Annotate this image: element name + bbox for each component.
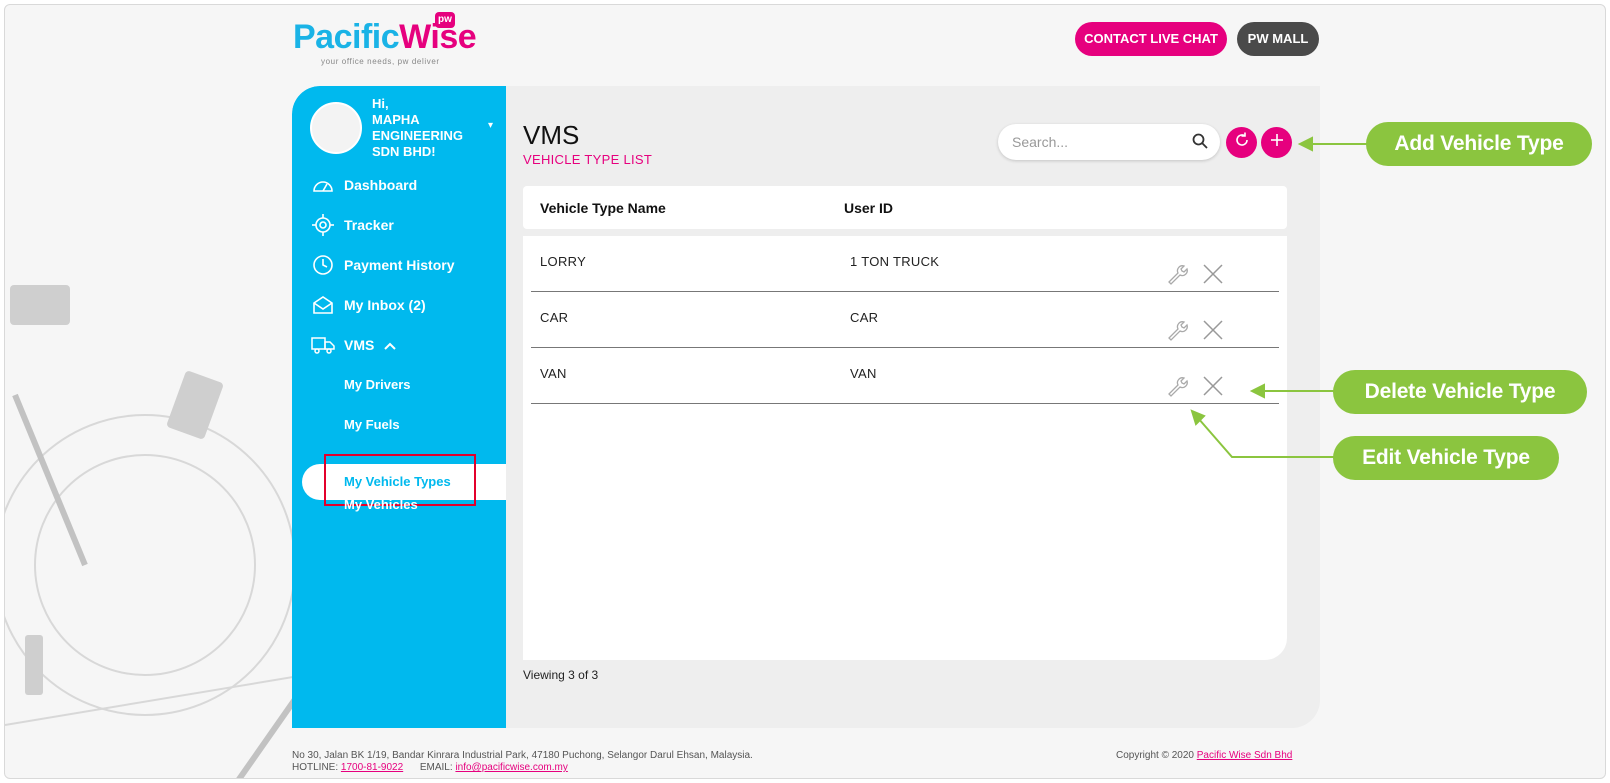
delete-x-icon[interactable] <box>1201 262 1225 286</box>
search-box[interactable] <box>998 124 1220 160</box>
column-header-user-id[interactable]: User ID <box>844 200 893 216</box>
delete-x-icon[interactable] <box>1201 374 1225 398</box>
footer-copyright: Copyright © 2020 Pacific Wise Sdn Bhd <box>1116 750 1292 761</box>
column-header-vehicle-type-name[interactable]: Vehicle Type Name <box>540 200 666 216</box>
hotline-link[interactable]: 1700-81-9022 <box>341 762 403 773</box>
edit-wrench-icon[interactable] <box>1165 262 1189 286</box>
viewing-count: Viewing 3 of 3 <box>523 668 599 682</box>
sidebar-subitem-my-fuels[interactable]: My Fuels <box>344 417 400 432</box>
footer-address-block: No 30, Jalan BK 1/19, Bandar Kinrara Ind… <box>292 750 753 774</box>
cell-user-id: CAR <box>850 310 879 325</box>
dashboard-gauge-icon <box>310 174 336 196</box>
sidebar-item-label: VMS <box>344 337 375 353</box>
callout-add-vehicle-type: Add Vehicle Type <box>1366 122 1592 166</box>
logo-badge: pw <box>435 12 455 28</box>
hotline-label: HOTLINE: <box>292 762 339 773</box>
page-subtitle: VEHICLE TYPE LIST <box>523 152 653 167</box>
delete-x-icon[interactable] <box>1201 318 1225 342</box>
add-vehicle-type-button[interactable] <box>1261 127 1292 158</box>
user-greeting[interactable]: Hi, MAPHA ENGINEERING SDN BHD! <box>372 96 482 160</box>
plus-icon <box>1270 133 1284 152</box>
sidebar-item-label: Payment History <box>344 257 455 273</box>
table-body: LORRY 1 TON TRUCK CAR CAR VAN VAN <box>523 236 1287 660</box>
sidebar-item-vms[interactable]: VMS <box>310 330 397 360</box>
vehicle-type-table: Vehicle Type Name User ID LORRY 1 TON TR… <box>523 186 1287 660</box>
search-input[interactable] <box>1012 132 1182 152</box>
company-link[interactable]: Pacific Wise Sdn Bhd <box>1197 750 1293 761</box>
truck-icon <box>310 334 336 356</box>
cell-vehicle-type-name: LORRY <box>540 254 587 269</box>
refresh-icon <box>1233 131 1251 154</box>
sidebar-item-tracker[interactable]: Tracker <box>310 210 394 240</box>
logo-tagline: your office needs, pw deliver <box>321 57 440 66</box>
envelope-icon <box>310 294 336 316</box>
greeting-line: ENGINEERING <box>372 128 464 143</box>
greeting-line: SDN BHD! <box>372 144 436 159</box>
copyright-text: Copyright © 2020 <box>1116 750 1194 761</box>
refresh-button[interactable] <box>1226 127 1257 158</box>
email-link[interactable]: info@pacificwise.com.my <box>455 762 567 773</box>
callout-delete-vehicle-type: Delete Vehicle Type <box>1333 370 1587 414</box>
callout-edit-vehicle-type: Edit Vehicle Type <box>1333 436 1559 480</box>
sidebar-item-my-inbox[interactable]: My Inbox (2) <box>310 290 426 320</box>
email-label: EMAIL: <box>419 762 453 773</box>
sidebar-item-label: Dashboard <box>344 177 418 193</box>
footer-contacts: HOTLINE: 1700-81-9022 EMAIL: info@pacifi… <box>292 762 753 774</box>
sidebar-item-dashboard[interactable]: Dashboard <box>310 170 417 200</box>
logo-text-pacific: Pacific <box>293 18 400 56</box>
sidebar-subitem-my-vehicles[interactable]: My Vehicles <box>344 497 418 512</box>
search-icon[interactable] <box>1192 133 1208 154</box>
sidebar-item-label: Tracker <box>344 217 394 233</box>
greeting-line: Hi, <box>372 96 389 111</box>
cell-vehicle-type-name: VAN <box>540 366 567 381</box>
crosshair-icon <box>310 214 336 236</box>
avatar[interactable] <box>310 102 362 154</box>
pw-mall-button[interactable]: PW MALL <box>1237 22 1319 56</box>
page-title: VMS <box>523 120 580 150</box>
contact-live-chat-button[interactable]: CONTACT LIVE CHAT <box>1075 22 1227 56</box>
stationery-background-image <box>5 285 305 778</box>
table-header: Vehicle Type Name User ID <box>523 186 1287 229</box>
cell-vehicle-type-name: CAR <box>540 310 569 325</box>
pacificwise-logo[interactable]: PacificWise pw your office needs, pw del… <box>293 10 483 70</box>
cell-user-id: VAN <box>850 366 877 381</box>
app-container: Hi, MAPHA ENGINEERING SDN BHD! ▾ Dashboa… <box>292 86 1320 728</box>
sidebar: Hi, MAPHA ENGINEERING SDN BHD! ▾ Dashboa… <box>292 86 506 728</box>
sidebar-subitem-my-drivers[interactable]: My Drivers <box>344 377 410 392</box>
edit-wrench-icon[interactable] <box>1165 374 1189 398</box>
user-menu-caret-icon[interactable]: ▾ <box>488 120 493 131</box>
chevron-up-icon[interactable] <box>384 337 397 353</box>
edit-wrench-icon[interactable] <box>1165 318 1189 342</box>
table-row[interactable]: LORRY 1 TON TRUCK <box>531 236 1279 292</box>
footer-address: No 30, Jalan BK 1/19, Bandar Kinrara Ind… <box>292 750 753 761</box>
table-row[interactable]: CAR CAR <box>531 292 1279 348</box>
greeting-line: MAPHA <box>372 112 420 127</box>
cell-user-id: 1 TON TRUCK <box>850 254 940 269</box>
sidebar-item-label: My Inbox (2) <box>344 297 426 313</box>
clock-icon <box>310 254 336 276</box>
table-row[interactable]: VAN VAN <box>531 348 1279 404</box>
sidebar-item-payment-history[interactable]: Payment History <box>310 250 454 280</box>
